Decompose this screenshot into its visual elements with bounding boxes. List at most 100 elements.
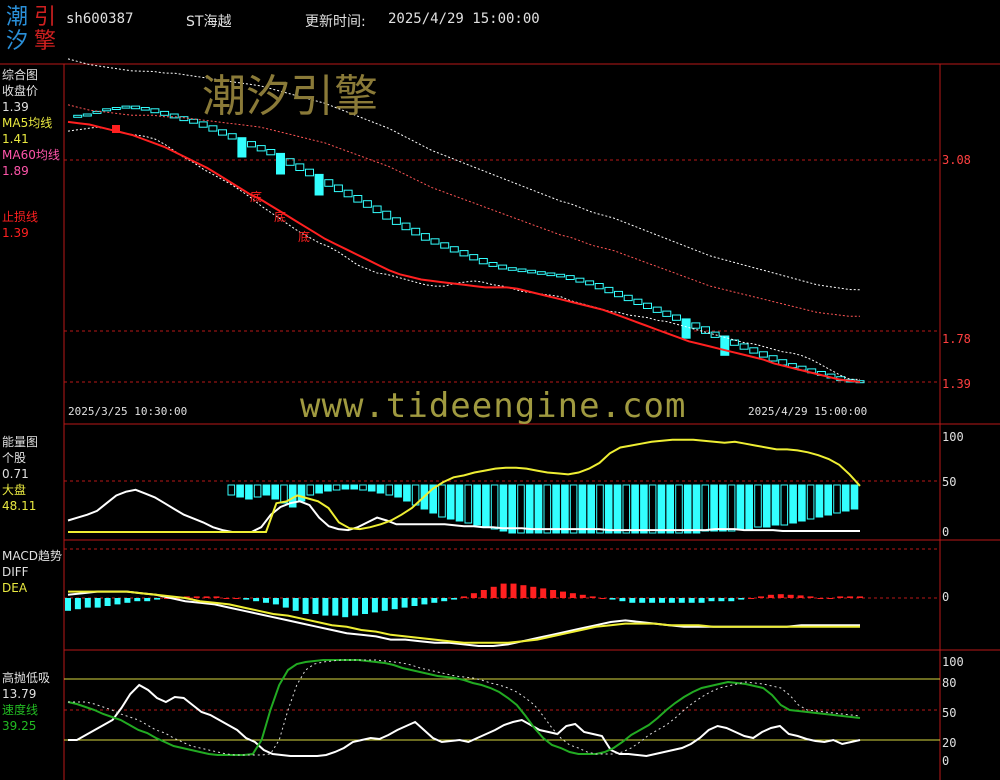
energy-bar	[683, 484, 692, 534]
macd-bar	[649, 598, 656, 603]
stock-energy-label: 个股	[2, 451, 27, 465]
candle	[372, 205, 382, 214]
panel-macd	[65, 583, 863, 647]
macd-bar	[282, 598, 289, 608]
candle	[391, 217, 401, 225]
energy-bar	[596, 484, 604, 534]
panel-price	[67, 58, 865, 384]
date-end: 2025/4/29 15:00:00	[748, 405, 868, 418]
energy-bar	[253, 484, 262, 498]
dea-label: DEA	[2, 581, 28, 595]
energy-bar	[806, 484, 815, 520]
candle	[729, 339, 739, 346]
energy-bar	[754, 484, 762, 528]
macd-bar	[510, 583, 517, 598]
energy-bar	[578, 484, 587, 534]
macd-bar	[857, 596, 863, 598]
candle	[672, 314, 681, 321]
macd-bar	[263, 598, 269, 603]
ma60-label: MA60均线	[2, 148, 60, 162]
price-tick-0: 3.08	[942, 153, 971, 167]
energy-bar	[622, 484, 631, 534]
energy-bar	[324, 484, 332, 492]
energy-bar	[315, 484, 323, 494]
candle	[333, 184, 343, 193]
macd-bar	[134, 598, 141, 602]
macd-bar	[560, 591, 566, 598]
energy-bar	[306, 484, 315, 496]
energy-bar	[499, 484, 508, 532]
macd-tick-0: 0	[942, 590, 950, 604]
stock-energy-value: 0.71	[2, 467, 29, 481]
energy-bar	[604, 484, 613, 534]
close-label: 收盘价	[2, 84, 39, 98]
energy-bar	[525, 484, 534, 534]
macd-bar	[124, 598, 131, 603]
macd-bar	[104, 598, 111, 606]
candle	[633, 298, 643, 306]
energy-bar	[780, 484, 789, 526]
energy-bar	[464, 484, 473, 524]
candle	[758, 351, 768, 358]
stoploss-label: 止损线	[2, 210, 39, 224]
website-watermark: www.tideengine.com	[300, 386, 687, 426]
macd-bar	[272, 598, 279, 605]
candle	[478, 258, 488, 265]
energy-bar	[745, 484, 754, 530]
macd-bar	[579, 594, 586, 598]
macd-bar	[253, 598, 260, 602]
candle	[623, 294, 633, 302]
macd-bar	[381, 598, 388, 611]
macd-bar	[243, 598, 250, 600]
macd-bar	[461, 596, 467, 598]
macd-bar	[550, 590, 557, 598]
macd-bar	[292, 598, 299, 611]
macd-bar	[777, 594, 784, 598]
panel-price-title: 综合图	[2, 68, 39, 82]
price-tick-1: 1.78	[942, 332, 971, 346]
energy-tick-0: 0	[942, 525, 950, 539]
energy-bar	[482, 484, 490, 528]
macd-bar	[530, 586, 537, 598]
energy-bar	[727, 484, 736, 532]
candle	[681, 318, 691, 339]
price-tick-2: 1.39	[942, 377, 971, 391]
macd-bar	[619, 598, 626, 602]
panel-sellbuy-labels: 高抛低吸 13.79 速度线 39.25	[2, 670, 50, 734]
candle	[768, 355, 778, 362]
candle	[720, 335, 730, 356]
close-value: 1.39	[2, 100, 29, 114]
date-start: 2025/3/25 10:30:00	[68, 405, 188, 418]
macd-bar	[391, 598, 398, 610]
candle	[449, 246, 459, 253]
macd-bar	[639, 598, 646, 603]
diff-label: DIFF	[2, 565, 29, 579]
candle	[266, 149, 276, 156]
candle	[527, 269, 537, 274]
energy-bar	[271, 484, 279, 500]
candle	[169, 113, 179, 119]
candle	[82, 113, 92, 117]
macd-bar	[441, 598, 448, 602]
candle	[739, 343, 749, 350]
candle	[150, 108, 160, 114]
market-energy-value: 48.11	[2, 499, 37, 513]
candle	[256, 145, 266, 152]
energy-bar	[552, 484, 560, 534]
candle	[208, 125, 218, 132]
candle	[276, 152, 285, 175]
candle	[324, 179, 334, 187]
candle	[556, 273, 566, 278]
energy-bar	[455, 484, 464, 522]
macd-bar	[144, 598, 151, 602]
panel-energy-title: 能量图	[2, 435, 39, 449]
bottom-marker-3: 底	[298, 230, 311, 244]
candle	[469, 254, 479, 261]
candle	[314, 173, 324, 196]
energy-bar	[227, 484, 236, 496]
candle	[652, 306, 662, 313]
stoploss-value: 1.39	[2, 226, 29, 240]
energy-bar	[648, 484, 657, 534]
candle	[227, 133, 237, 140]
ma5-label: MA5均线	[2, 116, 53, 130]
